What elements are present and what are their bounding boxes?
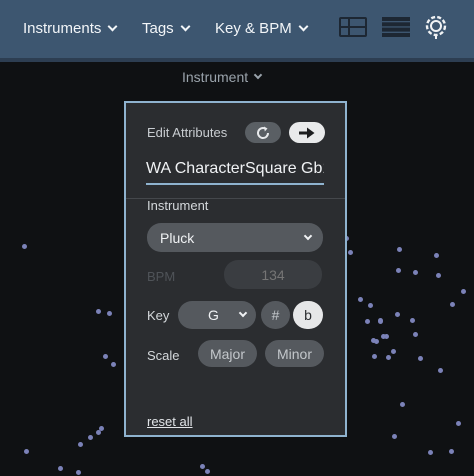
top-nav-bar: Instruments Tags Key & BPM: [0, 0, 474, 58]
sample-dot[interactable]: [107, 311, 112, 316]
sample-dot[interactable]: [449, 449, 454, 454]
key-select-value: G: [208, 307, 219, 323]
sample-dot[interactable]: [418, 356, 423, 361]
key-bpm-menu[interactable]: Key & BPM: [215, 20, 309, 37]
instruments-menu[interactable]: Instruments: [23, 20, 118, 37]
bpm-label: BPM: [147, 269, 176, 284]
chevron-down-icon: [107, 21, 118, 32]
scale-label: Scale: [147, 348, 180, 363]
sample-dot[interactable]: [434, 253, 439, 258]
scale-minor-label: Minor: [276, 345, 312, 362]
sample-dot[interactable]: [99, 426, 104, 431]
key-select[interactable]: G: [178, 301, 256, 329]
sample-dot[interactable]: [413, 270, 418, 275]
sample-name-input[interactable]: [146, 155, 324, 185]
sample-dot[interactable]: [348, 250, 353, 255]
flat-button[interactable]: b: [293, 301, 323, 329]
instrument-heading-label: Instrument: [182, 69, 249, 85]
instrument-heading[interactable]: Instrument: [182, 69, 263, 85]
gear-icon[interactable]: [424, 14, 448, 40]
chevron-down-icon: [238, 308, 248, 318]
bpm-input[interactable]: [224, 260, 322, 289]
grid-view-icon[interactable]: [339, 17, 367, 37]
list-view-icon[interactable]: [382, 17, 410, 37]
sample-dot[interactable]: [428, 450, 433, 455]
sample-dot[interactable]: [58, 466, 63, 471]
sample-dot[interactable]: [461, 289, 466, 294]
instrument-select[interactable]: Pluck: [147, 223, 323, 252]
sample-dot[interactable]: [450, 302, 455, 307]
chevron-down-icon: [303, 231, 313, 240]
sharp-button[interactable]: #: [261, 301, 290, 329]
sample-dot[interactable]: [413, 332, 418, 337]
sample-dot[interactable]: [391, 349, 396, 354]
sample-dot[interactable]: [358, 297, 363, 302]
sample-dot[interactable]: [438, 368, 443, 373]
chevron-down-icon: [298, 21, 309, 32]
sample-dot[interactable]: [410, 318, 415, 323]
sample-dot[interactable]: [111, 362, 116, 367]
sample-dot[interactable]: [400, 402, 405, 407]
sample-dot[interactable]: [378, 318, 383, 323]
sample-dot[interactable]: [395, 312, 400, 317]
sample-dot[interactable]: [368, 303, 373, 308]
sample-dot[interactable]: [371, 338, 376, 343]
sample-dot[interactable]: [392, 434, 397, 439]
sample-dot[interactable]: [76, 470, 81, 475]
sample-dot[interactable]: [365, 319, 370, 324]
sample-dot[interactable]: [103, 354, 108, 359]
tags-menu-label: Tags: [142, 20, 174, 37]
sample-dot[interactable]: [456, 421, 461, 426]
reset-all-link[interactable]: reset all: [147, 414, 193, 429]
flat-label: b: [304, 307, 312, 323]
sample-dot[interactable]: [436, 273, 441, 278]
sample-dot[interactable]: [396, 268, 401, 273]
panel-title: Edit Attributes: [147, 125, 228, 140]
sharp-label: #: [271, 307, 280, 323]
key-label: Key: [147, 308, 170, 323]
apply-button[interactable]: [289, 122, 325, 143]
instrument-label: Instrument: [147, 198, 209, 213]
refresh-icon: [257, 126, 270, 139]
sample-dot[interactable]: [78, 442, 83, 447]
instrument-select-value: Pluck: [160, 229, 195, 246]
sample-dot[interactable]: [386, 355, 391, 360]
chevron-down-icon: [253, 70, 263, 80]
sample-dot[interactable]: [22, 244, 27, 249]
tags-menu[interactable]: Tags: [142, 20, 191, 37]
key-bpm-menu-label: Key & BPM: [215, 20, 292, 37]
sample-dot[interactable]: [397, 247, 402, 252]
instruments-menu-label: Instruments: [23, 20, 102, 37]
arrow-right-icon: [299, 127, 315, 138]
scale-minor-button[interactable]: Minor: [265, 340, 324, 367]
sample-dot[interactable]: [200, 464, 205, 469]
sample-dot[interactable]: [205, 469, 210, 474]
sample-dot[interactable]: [381, 334, 386, 339]
sample-dot[interactable]: [88, 435, 93, 440]
scale-major-button[interactable]: Major: [198, 340, 257, 367]
scale-major-label: Major: [209, 345, 245, 362]
chevron-down-icon: [180, 21, 191, 32]
sample-dot[interactable]: [372, 354, 377, 359]
sample-dot[interactable]: [24, 449, 29, 454]
edit-attributes-panel: Edit Attributes Instrument Pluck BPM Key…: [124, 101, 347, 437]
refresh-button[interactable]: [245, 122, 281, 143]
sample-dot[interactable]: [96, 309, 101, 314]
